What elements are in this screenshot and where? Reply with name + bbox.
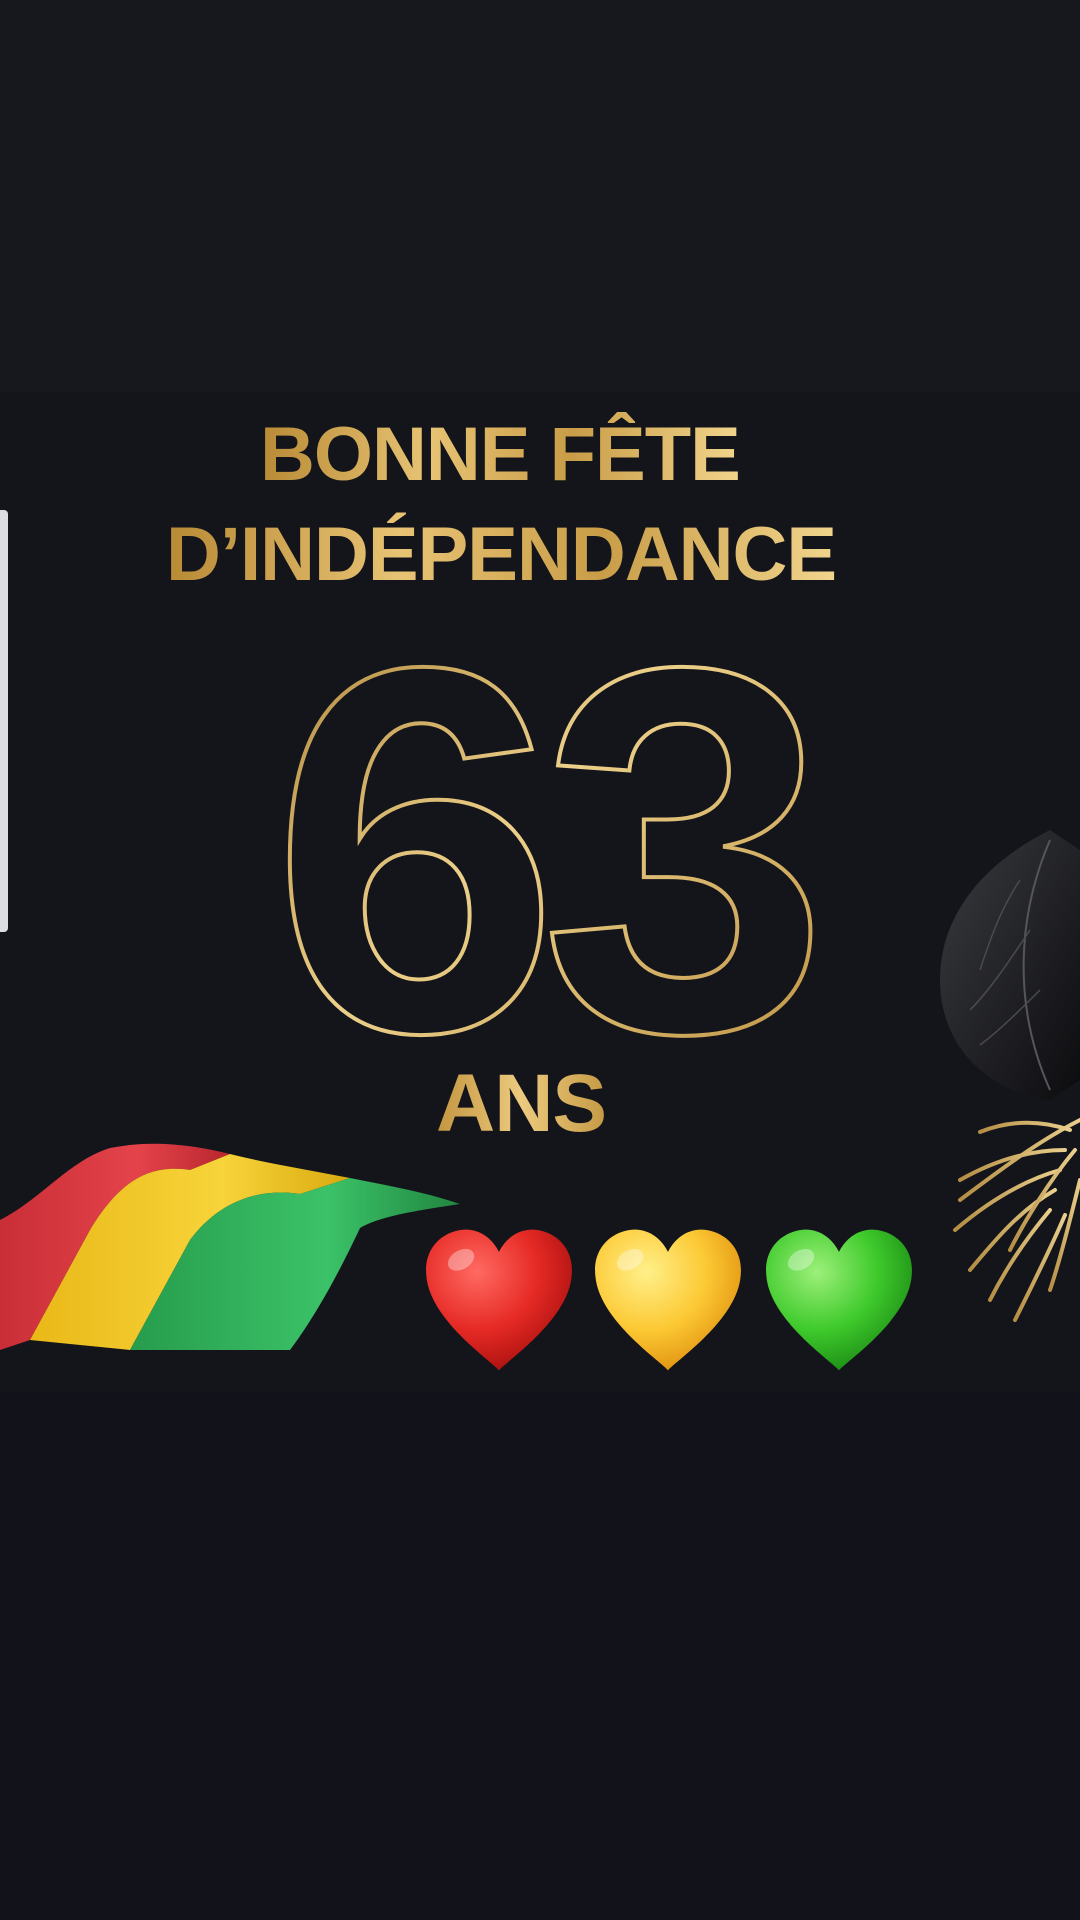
side-handle[interactable] bbox=[0, 510, 8, 932]
bottom-background bbox=[0, 1392, 1080, 1920]
greeting-title-line2: D’INDÉPENDANCE bbox=[166, 512, 837, 597]
green-heart-icon bbox=[766, 1229, 912, 1371]
top-background bbox=[0, 0, 1080, 392]
anniversary-number: 63 bbox=[269, 640, 838, 1060]
red-heart-icon bbox=[426, 1229, 572, 1371]
years-label: ANS bbox=[436, 1058, 607, 1149]
anniversary-number-text: 63 bbox=[271, 640, 816, 1060]
greeting-title-line1: BONNE FÊTE bbox=[260, 412, 741, 497]
leaf-icon bbox=[940, 830, 1080, 1322]
flag-icon bbox=[0, 1143, 460, 1350]
yellow-heart-icon bbox=[595, 1229, 741, 1371]
